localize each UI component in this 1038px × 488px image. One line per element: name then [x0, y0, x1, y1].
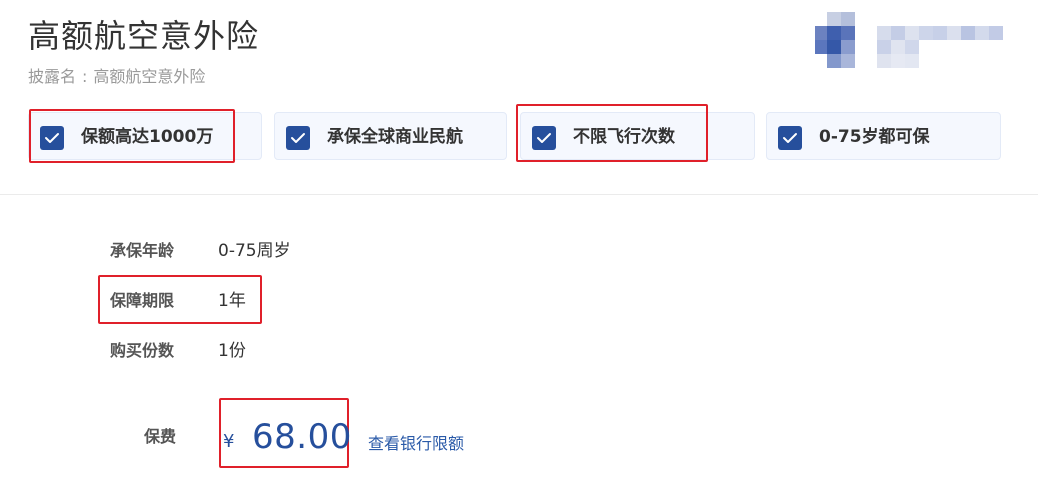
- feature-label: 承保全球商业民航: [327, 127, 463, 147]
- price-amount: 68.00: [252, 417, 352, 457]
- highlight-box-flights: [516, 104, 708, 162]
- info-value-age: 0-75周岁: [218, 241, 291, 261]
- page-title: 高额航空意外险: [28, 17, 260, 55]
- info-label-term: 保障期限: [110, 291, 175, 310]
- currency-symbol: ¥: [223, 431, 235, 452]
- disclosure-value: 高额航空意外险: [93, 67, 206, 86]
- info-label-quantity: 购买份数: [110, 341, 175, 360]
- info-label-age: 承保年龄: [110, 241, 175, 260]
- section-divider: [0, 194, 1038, 195]
- checkbox-checked-icon[interactable]: [778, 126, 802, 150]
- price-label: 保费: [144, 427, 177, 446]
- feature-label: 0-75岁都可保: [819, 127, 930, 147]
- disclosure-separator: :: [82, 67, 88, 86]
- checkbox-checked-icon[interactable]: [286, 126, 310, 150]
- company-logo: [815, 12, 1015, 74]
- info-value-term: 1年: [218, 291, 246, 311]
- bank-limit-link[interactable]: 查看银行限额: [368, 432, 464, 456]
- info-value-quantity: 1份: [218, 341, 246, 361]
- disclosure-name: 披露名: 高额航空意外险: [28, 65, 205, 89]
- disclosure-label: 披露名: [28, 67, 77, 86]
- highlight-box-coverage: [29, 109, 235, 163]
- product-page: 高额航空意外险 披露名: 高额航空意外险 保额高达1000万 承保全球商业民航 …: [0, 0, 1038, 488]
- feature-item-age[interactable]: 0-75岁都可保: [766, 112, 1001, 160]
- feature-item-global[interactable]: 承保全球商业民航: [274, 112, 507, 160]
